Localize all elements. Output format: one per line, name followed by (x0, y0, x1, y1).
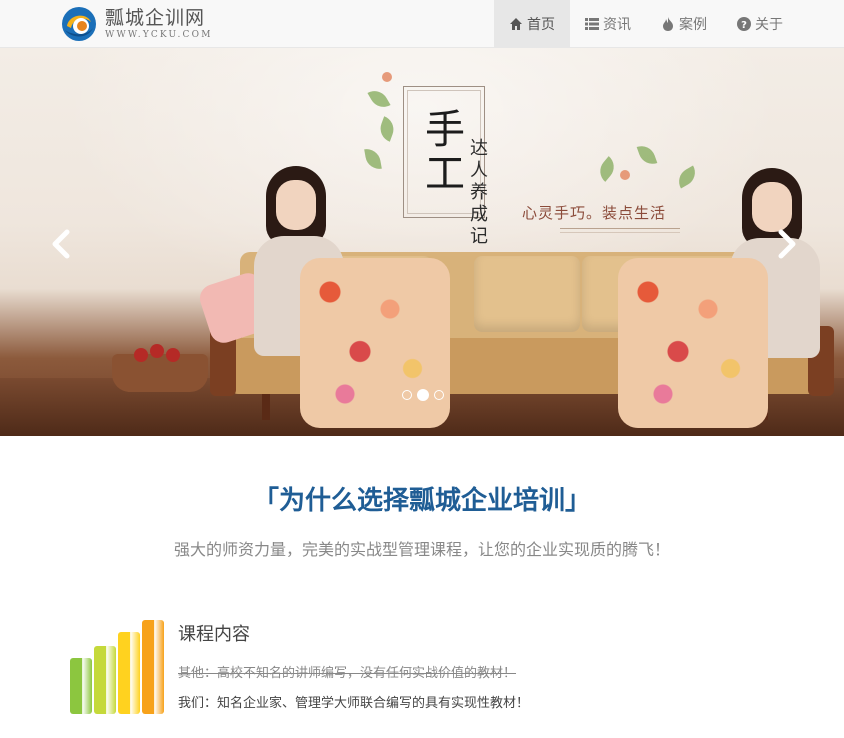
apple (150, 344, 164, 358)
hero-carousel[interactable]: 手工 达人养成记 心灵手巧。装点生活 (0, 48, 844, 436)
icon-bar (142, 620, 164, 714)
svg-text:?: ? (741, 20, 747, 31)
bar-chart-icon (70, 618, 166, 714)
fire-icon (661, 17, 675, 31)
banner-slogan: 心灵手巧。装点生活 (522, 204, 667, 222)
chevron-right-icon (778, 229, 796, 259)
icon-bar (70, 658, 92, 714)
feature-title: 课程内容 (178, 624, 250, 645)
banner-title: 手工 (425, 107, 465, 197)
carousel-indicators (402, 389, 444, 401)
nav-label: 首页 (527, 17, 555, 33)
crochet-blanket-right (618, 258, 768, 428)
nav-item-home[interactable]: 首页 (494, 0, 570, 48)
navbar: 瓢城企训网 WWW.YCKU.COM 首页 资讯 案例 ? 关于 (0, 0, 844, 48)
nav-item-news[interactable]: 资讯 (570, 0, 646, 48)
chevron-left-icon (52, 229, 70, 259)
carousel-next-button[interactable] (772, 224, 802, 264)
carousel-indicator-1[interactable] (402, 390, 412, 400)
icon-bar (118, 632, 140, 714)
flower-decoration (620, 170, 630, 180)
list-icon (585, 17, 599, 31)
main-nav: 首页 资讯 案例 ? 关于 (494, 0, 798, 48)
carousel-prev-button[interactable] (46, 224, 76, 264)
section-subtitle: 强大的师资力量，完美的实战型管理课程，让您的企业实现质的腾飞！ (173, 540, 670, 559)
section-title: 「为什么选择瓢城企业培训」 (252, 486, 591, 516)
apple (166, 348, 180, 362)
carousel-indicator-3[interactable] (434, 390, 444, 400)
nav-label: 资讯 (603, 17, 631, 33)
sofa-cushion (474, 256, 580, 332)
sofa-leg (262, 394, 270, 420)
site-logo[interactable]: 瓢城企训网 WWW.YCKU.COM (61, 6, 213, 42)
carousel-indicator-2[interactable] (417, 389, 429, 401)
divider (560, 232, 680, 233)
icon-bar (94, 646, 116, 714)
logo-swirl-icon (61, 6, 97, 42)
nav-label: 案例 (679, 17, 707, 33)
feature-competitor-text: 其他：高校不知名的讲师编写，没有任何实战价值的教材！ (178, 666, 517, 681)
crochet-blanket-left (300, 258, 450, 428)
feature-our-text: 我们：知名企业家、管理学大师联合编写的具有实现性教材！ (178, 696, 530, 711)
flower-decoration (382, 72, 392, 82)
question-circle-icon: ? (737, 17, 751, 31)
logo-title: 瓢城企训网 (105, 6, 206, 29)
divider (560, 228, 680, 229)
nav-item-about[interactable]: ? 关于 (722, 0, 798, 48)
fruit-basket (112, 354, 208, 392)
apple (134, 348, 148, 362)
home-icon (509, 17, 523, 31)
nav-label: 关于 (755, 17, 783, 33)
nav-item-cases[interactable]: 案例 (646, 0, 722, 48)
banner-vertical-subtitle: 达人养成记 (470, 138, 488, 247)
logo-subtitle: WWW.YCKU.COM (105, 29, 213, 40)
